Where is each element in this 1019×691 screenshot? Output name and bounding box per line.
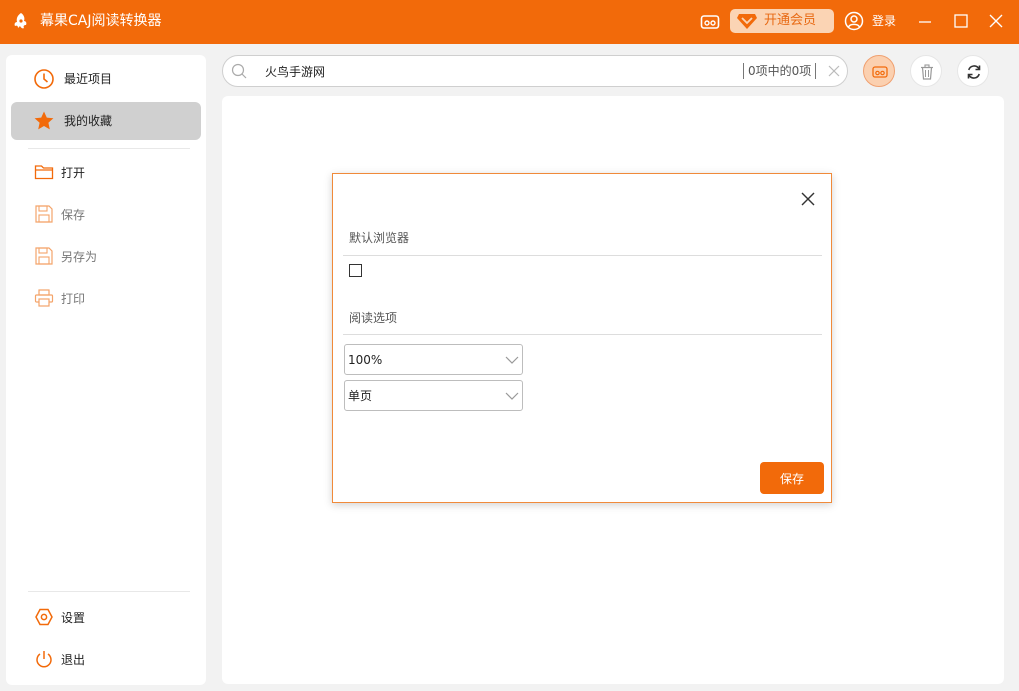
- page-mode-select[interactable]: 单页: [344, 380, 523, 411]
- divider: [28, 591, 190, 592]
- default-browser-checkbox[interactable]: [349, 264, 362, 277]
- zoom-select[interactable]: 100%: [344, 344, 523, 375]
- star-icon: [34, 111, 54, 130]
- save-as-icon: [35, 247, 53, 265]
- close-icon[interactable]: [987, 12, 1005, 30]
- divider: [28, 148, 190, 149]
- vip-label: 开通会员: [764, 13, 817, 28]
- diamond-icon: [737, 14, 757, 29]
- open-label: 打开: [61, 166, 86, 180]
- search-bar: 0项中的0项: [222, 55, 848, 87]
- divider: [343, 255, 822, 256]
- search-icon: [231, 63, 247, 79]
- chevron-down-icon: [505, 392, 519, 400]
- sidebar-item-label: 最近项目: [64, 72, 113, 86]
- trash-icon: [921, 64, 933, 80]
- maximize-icon[interactable]: [952, 12, 970, 30]
- save-as-label: 另存为: [61, 250, 98, 264]
- print-button[interactable]: 打印: [30, 286, 190, 312]
- sidebar: 最近项目 我的收藏 打开 保存 另存为 打印 设置 退出: [6, 55, 206, 685]
- sidebar-item-label: 我的收藏: [64, 114, 113, 128]
- settings-button[interactable]: 设置: [30, 605, 190, 631]
- title-bar: 幕果CAJ阅读转换器 开通会员 登录: [0, 0, 1019, 44]
- sidebar-item-favorites[interactable]: 我的收藏: [11, 102, 201, 140]
- open-button[interactable]: 打开: [30, 160, 190, 186]
- section-reading-options: 阅读选项: [349, 311, 398, 325]
- result-count: 0项中的0项: [743, 63, 817, 79]
- clear-search-icon[interactable]: [827, 64, 841, 78]
- clock-icon: [34, 69, 54, 89]
- vr-glasses-icon: [872, 66, 888, 78]
- delete-button[interactable]: [910, 55, 942, 87]
- app-logo-icon: [14, 13, 27, 29]
- power-icon: [36, 651, 52, 668]
- sidebar-item-recent[interactable]: 最近项目: [11, 60, 201, 98]
- settings-dialog: 默认浏览器 阅读选项 100% 单页 保存: [332, 173, 832, 503]
- gear-icon: [35, 608, 53, 626]
- app-title: 幕果CAJ阅读转换器: [40, 13, 162, 29]
- refresh-icon: [967, 65, 981, 79]
- save-button[interactable]: 保存: [760, 462, 824, 494]
- exit-label: 退出: [61, 653, 86, 667]
- vr-mode-button[interactable]: [863, 55, 895, 87]
- folder-icon: [34, 165, 54, 180]
- divider: [343, 334, 822, 335]
- vip-button[interactable]: 开通会员: [730, 9, 834, 33]
- printer-icon: [34, 289, 54, 307]
- user-icon[interactable]: [844, 11, 864, 31]
- save-icon: [35, 205, 53, 223]
- vr-glasses-icon[interactable]: [700, 14, 720, 30]
- section-default-browser: 默认浏览器: [349, 231, 410, 245]
- page-mode-select-value: 单页: [348, 389, 373, 403]
- save-file-button[interactable]: 保存: [30, 202, 190, 228]
- print-label: 打印: [61, 292, 86, 306]
- login-link[interactable]: 登录: [872, 13, 896, 29]
- dialog-close-icon[interactable]: [799, 190, 817, 208]
- exit-button[interactable]: 退出: [30, 647, 190, 673]
- search-input[interactable]: [265, 62, 735, 80]
- minimize-icon[interactable]: [916, 12, 934, 30]
- refresh-button[interactable]: [957, 55, 989, 87]
- chevron-down-icon: [505, 356, 519, 364]
- settings-label: 设置: [61, 611, 86, 625]
- save-label: 保存: [61, 208, 86, 222]
- zoom-select-value: 100%: [348, 353, 383, 367]
- save-as-button[interactable]: 另存为: [30, 244, 190, 270]
